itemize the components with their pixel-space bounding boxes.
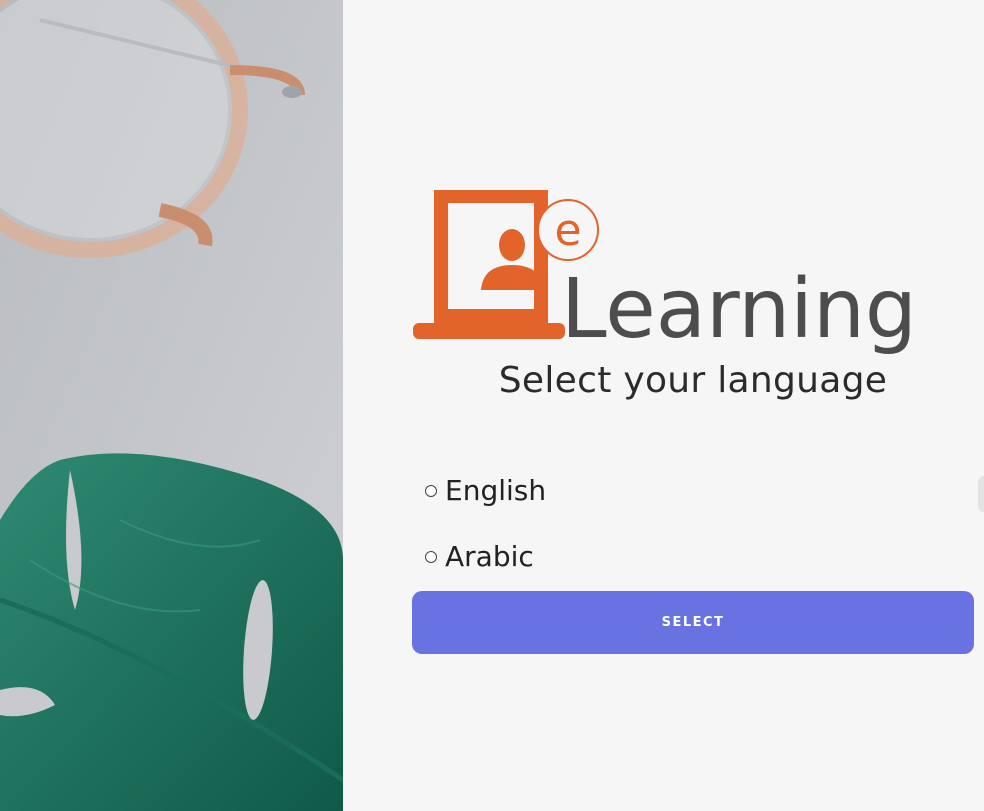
logo-wordmark: Learning [561, 262, 917, 357]
laptop-base-shape [413, 323, 565, 339]
select-button[interactable]: SELECT [412, 591, 974, 654]
language-option-arabic[interactable]: Arabic [425, 540, 534, 573]
glasses-and-leaf-photo [0, 0, 343, 811]
logo-badge-letter: e [554, 205, 581, 256]
language-option-english[interactable]: English [425, 474, 546, 507]
english-radio-button[interactable] [425, 484, 437, 497]
elearning-logo: e Learning [413, 190, 917, 357]
edge-scroll-handle[interactable] [978, 476, 984, 512]
english-option-label: English [445, 474, 547, 507]
page-title: Select your language [498, 360, 888, 401]
decorative-photo-panel [0, 0, 343, 811]
arabic-radio-button[interactable] [425, 550, 437, 563]
arabic-option-label: Arabic [445, 540, 534, 573]
language-select-panel: e Learning Select your language English … [343, 0, 984, 811]
monstera-leaf-image [0, 453, 343, 811]
